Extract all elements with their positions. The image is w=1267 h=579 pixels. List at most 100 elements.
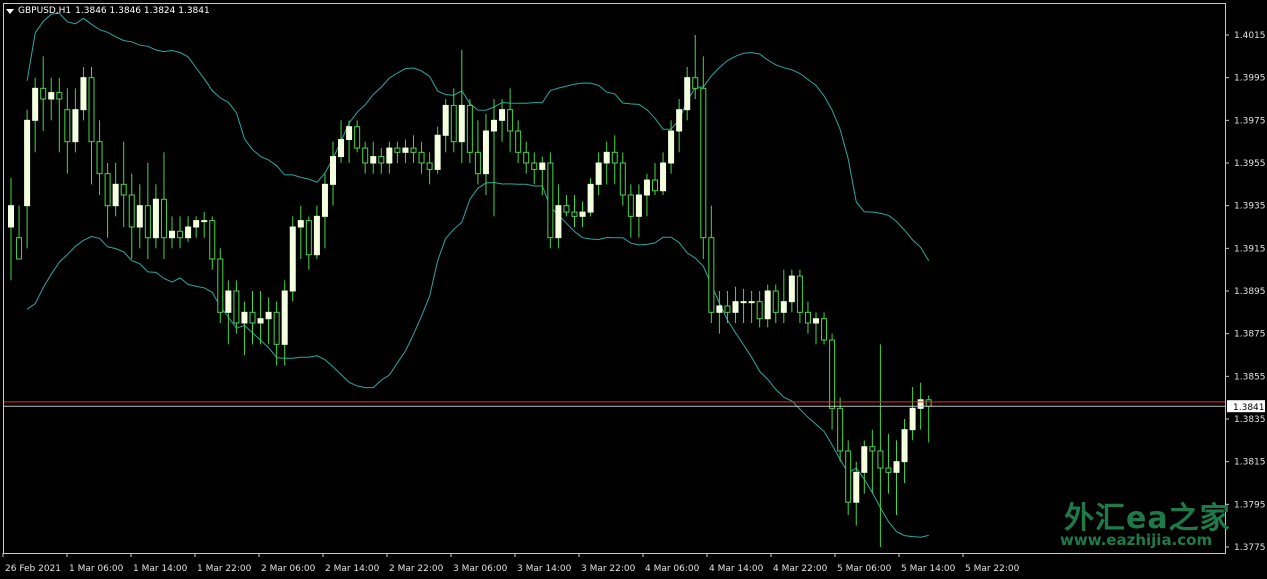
- symbol-header[interactable]: GBPUSD,H1 1.3846 1.3846 1.3824 1.3841: [6, 5, 210, 17]
- candle-body: [837, 407, 844, 452]
- candle-body: [410, 147, 417, 153]
- x-tick-label: 5 Mar 22:00: [965, 564, 1020, 574]
- candle-body: [24, 119, 31, 207]
- candle-body: [354, 126, 361, 149]
- candle-body: [378, 156, 385, 164]
- candle-body: [160, 198, 167, 239]
- candle-body: [330, 156, 336, 185]
- candle-body: [579, 211, 586, 217]
- candle-body: [700, 87, 707, 239]
- x-tick-label: 4 Mar 14:00: [709, 564, 764, 574]
- triangle-down-icon[interactable]: [6, 9, 14, 14]
- candle-body: [185, 226, 192, 239]
- candle-body: [313, 215, 320, 256]
- x-tick-label: 2 Mar 06:00: [261, 564, 316, 574]
- candle-body: [418, 151, 425, 164]
- candle-body: [861, 446, 868, 473]
- candle-body: [96, 141, 103, 175]
- candle-body: [16, 237, 23, 260]
- candle-body: [531, 162, 538, 170]
- candle-body: [152, 198, 159, 239]
- candle-body: [32, 87, 39, 121]
- candle-body: [8, 205, 14, 228]
- candle-body: [555, 205, 562, 239]
- candle-body: [603, 151, 610, 164]
- candle-body: [305, 220, 312, 256]
- candle-body: [619, 162, 626, 196]
- candle-body: [740, 301, 747, 304]
- candle-body: [724, 305, 731, 313]
- candle-body: [338, 139, 345, 158]
- candle-body: [547, 162, 554, 239]
- candle-body: [804, 311, 811, 324]
- candle-body: [539, 162, 546, 170]
- candle-body: [845, 450, 852, 503]
- candle-body: [458, 104, 465, 143]
- watermark-logo: 外汇ea之家 www.eazhijia.com: [1060, 493, 1230, 553]
- y-tick-label: 1.3955: [1234, 159, 1266, 169]
- candle-body: [563, 205, 570, 213]
- x-tick-label: 3 Mar 14:00: [517, 564, 572, 574]
- y-tick-label: 1.3935: [1234, 202, 1266, 212]
- candle-body: [732, 301, 739, 313]
- candle-body: [869, 446, 876, 452]
- candle-body: [362, 147, 369, 164]
- candle-body: [257, 318, 264, 324]
- candle-body: [466, 104, 473, 153]
- candle-body: [193, 220, 200, 228]
- candle-body: [104, 173, 111, 207]
- candle-body: [209, 220, 216, 260]
- candle-body: [571, 211, 578, 217]
- price-axis[interactable]: 1.4015 1.3995 1.3975 1.3955 1.3935 1.3915 1.38…: [1225, 31, 1266, 553]
- x-tick-label: 5 Mar 06:00: [837, 564, 892, 574]
- candle-body: [474, 151, 481, 175]
- candle-body: [491, 119, 497, 132]
- y-tick-label: 1.3895: [1234, 287, 1266, 297]
- x-tick-label: 26 Feb 2021: [5, 564, 61, 574]
- candle-body: [523, 151, 530, 164]
- candle-body: [925, 399, 932, 407]
- current-price-label: 1.3841: [1233, 403, 1265, 413]
- price-lines: [4, 401, 1225, 407]
- x-tick-label: 3 Mar 06:00: [453, 564, 508, 574]
- candle-body: [788, 275, 795, 303]
- x-tick-label: 1 Mar 14:00: [133, 564, 188, 574]
- x-tick-label: 2 Mar 14:00: [325, 564, 380, 574]
- candle-body: [434, 134, 441, 170]
- x-tick-label: 1 Mar 06:00: [69, 564, 124, 574]
- candle-body: [885, 467, 892, 473]
- candle-body: [692, 77, 699, 89]
- candle-body: [177, 230, 184, 239]
- candle-body: [796, 275, 803, 313]
- candle-body: [748, 301, 755, 304]
- candle-body: [56, 92, 63, 100]
- candle-body: [676, 109, 683, 132]
- candle-body: [756, 301, 763, 320]
- chart-window[interactable]: 1.4015 1.3995 1.3975 1.3955 1.3935 1.3915 1.38…: [0, 0, 1267, 579]
- candle-body: [394, 147, 401, 153]
- candle-body: [112, 183, 119, 207]
- candle-body: [635, 194, 642, 217]
- candle-body: [643, 179, 650, 196]
- candle-body: [660, 162, 667, 192]
- candle-body: [893, 461, 900, 473]
- candle-body: [684, 77, 691, 111]
- y-tick-label: 1.3975: [1234, 116, 1266, 126]
- candle-body: [450, 104, 457, 143]
- y-tick-label: 1.3815: [1234, 458, 1266, 468]
- candle-body: [716, 305, 723, 313]
- candle-body: [217, 258, 224, 313]
- candle-body: [233, 290, 240, 324]
- y-tick-label: 1.3995: [1234, 74, 1266, 84]
- candle-body: [169, 230, 175, 239]
- candle-body: [482, 130, 489, 175]
- candle-body: [909, 407, 916, 431]
- candle-body: [917, 399, 924, 409]
- candles: [8, 35, 932, 547]
- candle-body: [88, 77, 95, 143]
- x-tick-label: 5 Mar 14:00: [901, 564, 956, 574]
- x-tick-label: 3 Mar 22:00: [581, 564, 636, 574]
- candle-body: [346, 126, 353, 141]
- time-axis[interactable]: 26 Feb 2021 1 Mar 06:00 1 Mar 14:00 1 Mar 2…: [2, 553, 1020, 574]
- candle-body: [901, 429, 908, 463]
